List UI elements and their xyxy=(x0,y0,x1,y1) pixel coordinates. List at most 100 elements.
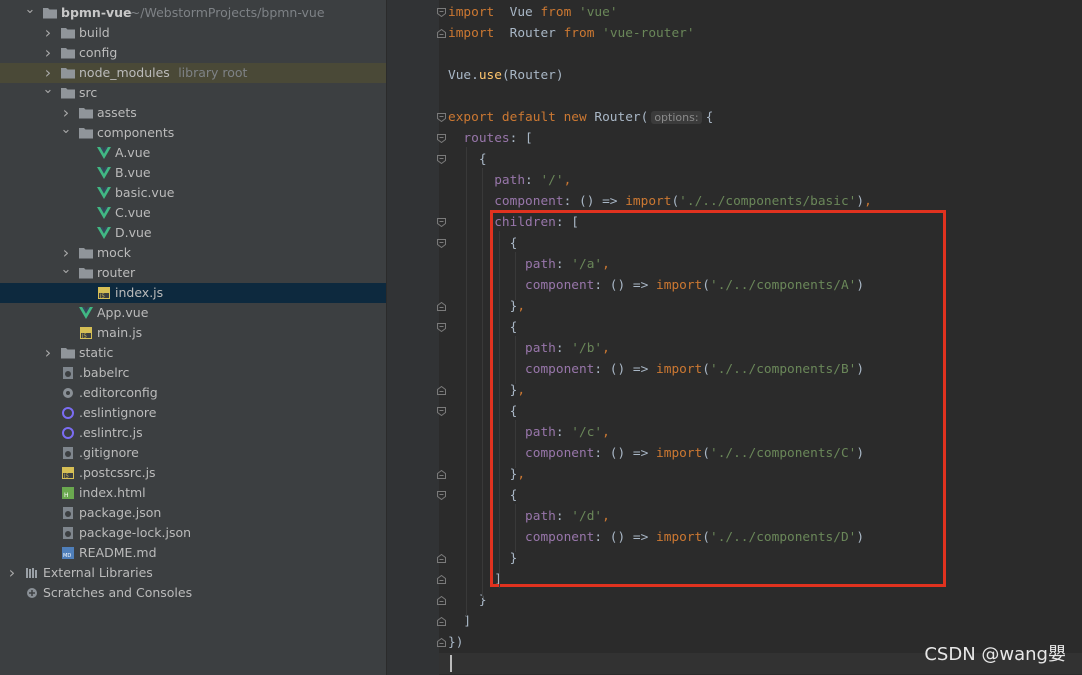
code-token: ) xyxy=(856,194,865,209)
code-token: '/' xyxy=(540,173,564,188)
watermark: CSDN @wang嬰 xyxy=(924,644,1066,665)
chevron-right-icon[interactable]: › xyxy=(60,103,72,123)
code-line[interactable]: ] xyxy=(448,611,471,632)
tree-item[interactable]: App.vue xyxy=(0,303,386,323)
code-line[interactable]: export default new Router(options:{ xyxy=(448,107,713,128)
code-token: { xyxy=(448,152,487,167)
chevron-down-icon[interactable]: ⌄ xyxy=(60,263,72,283)
fold-open-icon[interactable] xyxy=(437,155,446,164)
tree-item[interactable]: D.vue xyxy=(0,223,386,243)
fold-open-icon[interactable] xyxy=(437,8,446,17)
code-token: use xyxy=(478,68,502,83)
tree-item[interactable]: JS main.js xyxy=(0,323,386,343)
tree-item[interactable]: › node_modules library root xyxy=(0,63,386,83)
fold-close-icon[interactable] xyxy=(437,386,446,395)
js-file-icon: JS xyxy=(96,286,112,300)
tree-item[interactable]: ⌄ router xyxy=(0,263,386,283)
fold-close-icon[interactable] xyxy=(437,470,446,479)
code-token: ( xyxy=(671,194,680,209)
fold-close-icon[interactable] xyxy=(437,554,446,563)
chevron-right-icon[interactable]: › xyxy=(42,63,54,83)
external-libraries[interactable]: › External Libraries xyxy=(0,563,386,583)
chevron-down-icon[interactable]: ⌄ xyxy=(60,123,72,143)
tree-item[interactable]: basic.vue xyxy=(0,183,386,203)
chevron-right-icon[interactable]: › xyxy=(42,23,54,43)
fold-open-icon[interactable] xyxy=(437,218,446,227)
line-number xyxy=(389,65,409,86)
line-number xyxy=(389,296,409,317)
fold-open-icon[interactable] xyxy=(437,239,446,248)
line-number xyxy=(389,380,409,401)
tree-item[interactable]: › assets xyxy=(0,103,386,123)
folder-icon xyxy=(78,266,94,280)
tree-item[interactable]: JS index.js xyxy=(0,283,386,303)
code-token: from xyxy=(540,5,572,20)
tree-item[interactable]: › config xyxy=(0,43,386,63)
fold-close-icon[interactable] xyxy=(437,302,446,311)
chevron-down-icon[interactable]: ⌄ xyxy=(24,3,36,23)
folder-icon xyxy=(60,26,76,40)
tree-item[interactable]: MD README.md xyxy=(0,543,386,563)
tree-item[interactable]: Hindex.html xyxy=(0,483,386,503)
code-line[interactable]: import Vue from 'vue' xyxy=(448,2,618,23)
fold-close-icon[interactable] xyxy=(437,638,446,647)
line-number xyxy=(389,212,409,233)
indent-guide xyxy=(515,336,516,384)
chevron-right-icon[interactable]: › xyxy=(42,343,54,363)
chevron-right-icon[interactable]: › xyxy=(60,243,72,263)
code-line[interactable]: }) xyxy=(448,632,463,653)
project-root[interactable]: ⌄ bpmn-vue ~/WebstormProjects/bpmn-vue xyxy=(0,3,386,23)
config-file-icon xyxy=(60,446,76,460)
tree-item[interactable]: .eslintignore xyxy=(0,403,386,423)
tree-item[interactable]: .gitignore xyxy=(0,443,386,463)
code-line[interactable]: component: () => import('./../components… xyxy=(448,191,872,212)
line-number xyxy=(389,107,409,128)
fold-close-icon[interactable] xyxy=(437,575,446,584)
code-line[interactable]: { xyxy=(448,149,487,170)
tree-item[interactable]: › static xyxy=(0,343,386,363)
chevron-down-icon[interactable]: ⌄ xyxy=(42,83,54,103)
scratches-and-consoles[interactable]: Scratches and Consoles xyxy=(0,583,386,603)
code-token: Vue. xyxy=(448,68,479,83)
code-token: (Router) xyxy=(501,68,564,83)
fold-open-icon[interactable] xyxy=(437,113,446,122)
tree-item[interactable]: package.json xyxy=(0,503,386,523)
tree-item-label: config xyxy=(79,45,118,60)
code-line[interactable]: routes: [ xyxy=(448,128,532,149)
line-number xyxy=(389,338,409,359)
code-line[interactable]: Vue.use(Router) xyxy=(448,65,564,86)
indent-guide xyxy=(515,252,516,300)
tree-item[interactable]: ⌄ components xyxy=(0,123,386,143)
fold-open-icon[interactable] xyxy=(437,134,446,143)
fold-close-icon[interactable] xyxy=(437,596,446,605)
tree-item[interactable]: .babelrc xyxy=(0,363,386,383)
tree-item[interactable]: › mock xyxy=(0,243,386,263)
fold-open-icon[interactable] xyxy=(437,323,446,332)
code-line[interactable]: import Router from 'vue-router' xyxy=(448,23,695,44)
markdown-file-icon: MD xyxy=(60,546,76,560)
fold-close-icon[interactable] xyxy=(437,29,446,38)
tree-item[interactable]: B.vue xyxy=(0,163,386,183)
line-number xyxy=(389,86,409,107)
fold-open-icon[interactable] xyxy=(437,407,446,416)
tree-item[interactable]: A.vue xyxy=(0,143,386,163)
tree-item[interactable]: ⌄ src xyxy=(0,83,386,103)
chevron-right-icon[interactable]: › xyxy=(6,563,18,583)
fold-open-icon[interactable] xyxy=(437,491,446,500)
chevron-right-icon[interactable]: › xyxy=(42,43,54,63)
config-file-icon xyxy=(60,526,76,540)
code-token: Router xyxy=(494,26,564,41)
scratches-icon xyxy=(24,586,40,600)
svg-text:JS: JS xyxy=(81,334,87,340)
tree-item[interactable]: .eslintrc.js xyxy=(0,423,386,443)
tree-item[interactable]: package-lock.json xyxy=(0,523,386,543)
code-line[interactable]: } xyxy=(448,590,487,611)
fold-close-icon[interactable] xyxy=(437,617,446,626)
tree-item[interactable]: JS .postcssrc.js xyxy=(0,463,386,483)
indent-guide xyxy=(515,504,516,552)
tree-item[interactable]: C.vue xyxy=(0,203,386,223)
code-token: Vue xyxy=(494,5,541,20)
tree-item-label: index.html xyxy=(79,485,146,500)
tree-item[interactable]: › build xyxy=(0,23,386,43)
tree-item[interactable]: .editorconfig xyxy=(0,383,386,403)
